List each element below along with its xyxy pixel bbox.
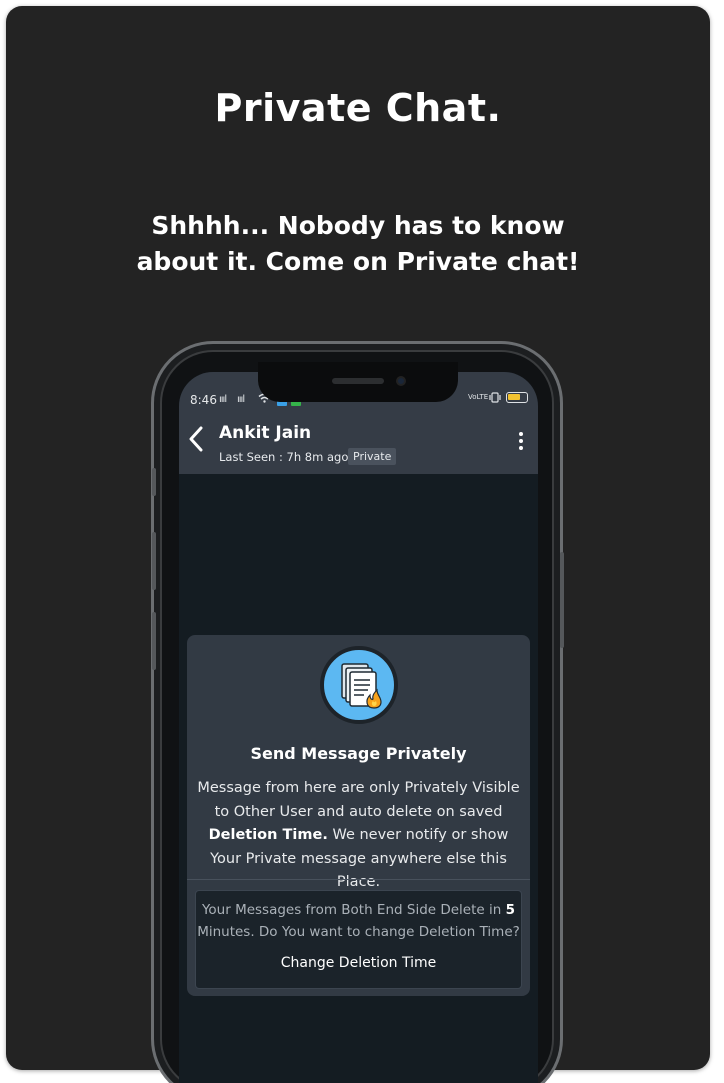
info-description-part-1: Message from here are only Privately Vis… (197, 780, 520, 820)
document-fire-icon (320, 646, 398, 724)
phone-speaker (332, 378, 384, 384)
volte-icon: VoLTE (468, 393, 489, 401)
battery-icon (506, 392, 528, 403)
deletion-text-part-1: Your Messages from Both End Side Delete … (201, 902, 502, 918)
deletion-time-panel: Your Messages from Both End Side Delete … (195, 890, 522, 989)
front-camera (396, 376, 406, 386)
phone-volume-down-button (152, 612, 156, 670)
status-time: 8:46 (190, 393, 217, 407)
status-right-icons: VoLTE (468, 392, 528, 403)
info-title: Send Message Privately (250, 744, 467, 763)
back-arrow-icon[interactable] (187, 426, 205, 452)
signal-icon: ıııl (219, 394, 227, 405)
phone-volume-up-button (152, 532, 156, 590)
private-badge: Private (348, 448, 397, 465)
info-description: Message from here are only Privately Vis… (195, 777, 522, 895)
private-info-card: Send Message Privately Message from here… (187, 635, 530, 996)
deletion-text-part-2: Minutes. Do You want to change Deletion … (197, 924, 520, 940)
change-deletion-time-button[interactable]: Change Deletion Time (196, 955, 521, 971)
info-description-bold: Deletion Time. (208, 827, 328, 843)
phone-screen: 8:46 ıııl ıııl VoLTE Ankit Jain Last See… (179, 372, 538, 1083)
promo-subline: Shhhh... Nobody has to know about it. Co… (6, 208, 710, 280)
signal-icon: ıııl (237, 394, 245, 405)
promo-headline: Private Chat. (214, 86, 502, 130)
deletion-time-text: Your Messages from Both End Side Delete … (196, 899, 521, 943)
promo-subline-line-1: Shhhh... Nobody has to know (151, 211, 565, 240)
more-options-icon[interactable] (518, 432, 524, 452)
deletion-minutes: 5 (505, 902, 516, 918)
promo-subline-line-2: about it. Come on Private chat! (136, 247, 580, 276)
vibrate-icon (489, 392, 501, 403)
contact-name[interactable]: Ankit Jain (219, 423, 311, 443)
divider (187, 879, 530, 880)
last-seen-status: Last Seen : 7h 8m ago (219, 450, 349, 464)
phone-power-button (560, 552, 564, 648)
phone-side-button (152, 468, 156, 496)
